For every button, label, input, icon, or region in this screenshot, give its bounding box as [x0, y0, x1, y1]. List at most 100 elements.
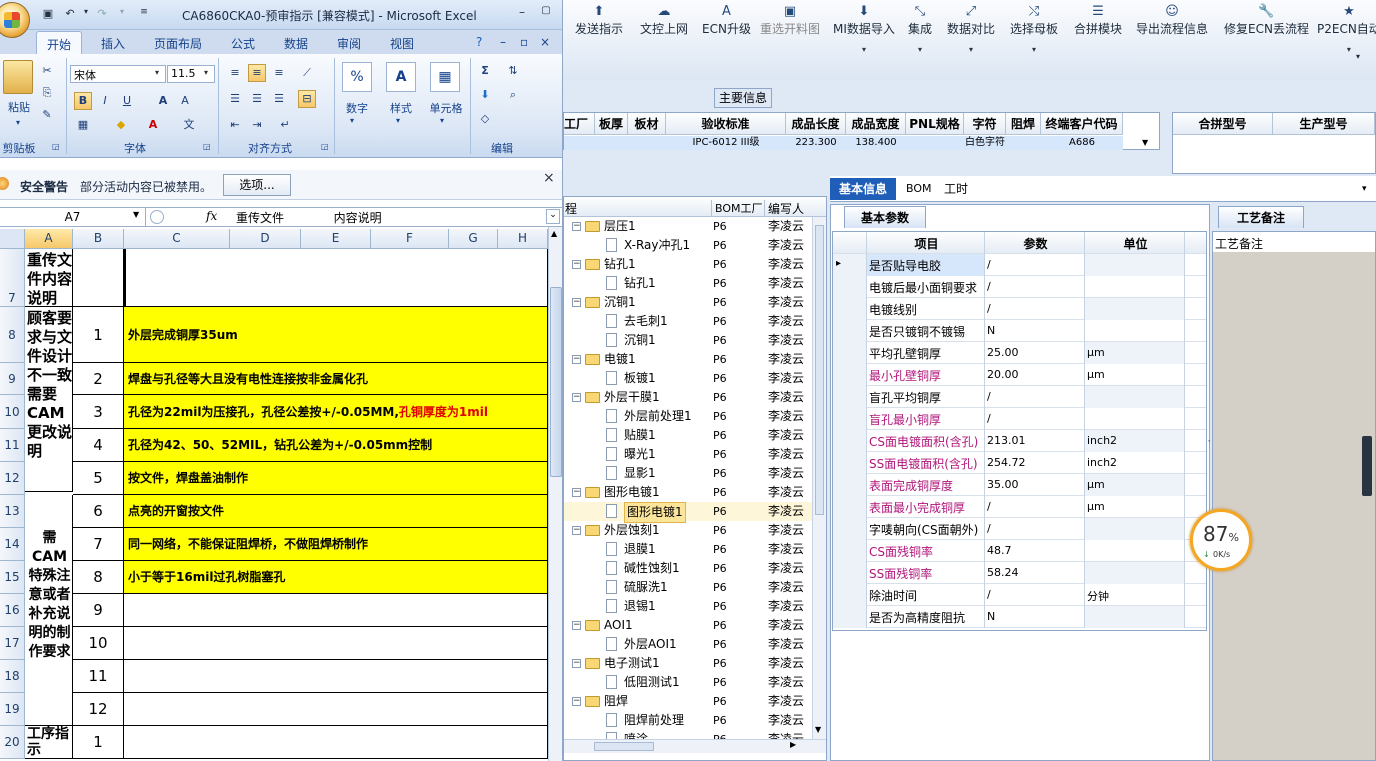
tree-row[interactable]: 图形电镀1 P6 李凌云	[564, 502, 812, 523]
tree-row[interactable]: − 钻孔1 P6 李凌云	[564, 255, 812, 274]
merge-center-icon[interactable]: ⊟	[298, 90, 316, 108]
align-top-icon[interactable]: ≡	[226, 64, 244, 82]
param-row[interactable]: 是否只镀铜不镀锡 N	[833, 320, 1206, 342]
tab-page-layout[interactable]: 页面布局	[154, 35, 202, 52]
param-value[interactable]: 20.00	[985, 364, 1085, 386]
style-dropdown-icon[interactable]: ▾	[396, 116, 400, 125]
param-row[interactable]: SS面电镀面积(含孔) 254.72 inch2	[833, 452, 1206, 474]
row-header[interactable]: 14	[0, 528, 25, 561]
close-warning-icon[interactable]: ×	[543, 170, 555, 186]
redo-icon[interactable]: ↷	[94, 7, 110, 21]
italic-button[interactable]: I	[96, 92, 114, 110]
paste-button[interactable]: 粘贴	[2, 99, 36, 115]
tree-row[interactable]: 硫脲洗1 P6 李凌云	[564, 578, 812, 597]
alignment-launcher-icon[interactable]: ◲	[321, 142, 329, 151]
wrap-text-icon[interactable]: ↵	[276, 116, 294, 134]
param-row[interactable]: 盲孔最小铜厚 /	[833, 408, 1206, 430]
tree-vscroll[interactable]: ▼	[812, 217, 826, 739]
order-cell[interactable]: 223.300	[786, 136, 846, 150]
param-row[interactable]: 电镀后最小面铜要求 /	[833, 276, 1206, 298]
param-value[interactable]: N	[985, 320, 1085, 342]
collapse-icon[interactable]: −	[572, 298, 581, 307]
param-row[interactable]: 电镀线别 /	[833, 298, 1206, 320]
maximize-icon[interactable]: ▢	[538, 5, 554, 21]
repair-ecn-flow-button[interactable]: 🔧 修复ECN丢流程	[1224, 4, 1309, 37]
tree-row[interactable]: 退锡1 P6 李凌云	[564, 597, 812, 616]
clipboard-launcher-icon[interactable]: ◲	[52, 142, 60, 151]
order-cell[interactable]: 白色字符	[964, 136, 1006, 150]
cell-a20[interactable]: 工序指示	[25, 726, 73, 759]
param-value[interactable]: 254.72	[985, 452, 1085, 474]
p2ecn-auto-button[interactable]: ★ P2ECN自动 ▾	[1317, 4, 1376, 54]
cell-number[interactable]: 5	[73, 462, 124, 495]
cell-content[interactable]: 小于等于16mil过孔树脂塞孔	[124, 561, 548, 594]
merge-model-table[interactable]: 合拼型号 生产型号	[1172, 112, 1376, 174]
align-middle-icon[interactable]: ≡	[248, 64, 266, 82]
cell-number[interactable]: 8	[73, 561, 124, 594]
col-pnl[interactable]: PNL规格	[906, 113, 964, 135]
doc-online-button[interactable]: ☁ 文控上网	[640, 4, 688, 37]
collapse-icon[interactable]: −	[572, 260, 581, 269]
clear-icon[interactable]: ◇	[476, 110, 494, 128]
order-cell[interactable]: IPC-6012 III级	[666, 136, 786, 150]
cell-content[interactable]: 点亮的开窗按文件	[124, 495, 548, 528]
toolbar-overflow-icon[interactable]: ▾	[1356, 52, 1360, 61]
font-size-dropdown-icon[interactable]: ▾	[204, 68, 208, 77]
tree-row[interactable]: − 电镀1 P6 李凌云	[564, 350, 812, 369]
dropdown-icon[interactable]: ▾	[908, 45, 932, 54]
cell-number[interactable]: 9	[73, 594, 124, 627]
spreadsheet-grid[interactable]: A B C D E F G H 7 8 9 10 11 12 13 14 15 16 17 18 19 2…	[0, 229, 548, 761]
bold-button[interactable]: B	[74, 92, 92, 110]
param-row[interactable]: 平均孔壁铜厚 25.00 μm	[833, 342, 1206, 364]
cell-number[interactable]: 1	[73, 307, 124, 363]
borders-icon[interactable]: ▦	[74, 116, 92, 134]
tree-scroll-down-icon[interactable]: ▼	[815, 725, 821, 734]
cell-number[interactable]: 12	[73, 693, 124, 726]
tree-row[interactable]: − 外层干膜1 P6 李凌云	[564, 388, 812, 407]
redo-dropdown-icon[interactable]: ▾	[114, 7, 130, 21]
row-header[interactable]: 9	[0, 363, 25, 395]
row-header[interactable]: 8	[0, 307, 25, 363]
panel-menu-icon[interactable]: ▾	[1362, 178, 1367, 200]
ribbon-restore-icon[interactable]: ▫	[520, 35, 528, 49]
style-button[interactable]: 样式	[384, 100, 418, 116]
cells-icon[interactable]: ▦	[430, 62, 460, 92]
mi-data-import-button[interactable]: ⬇ MI数据导入 ▾	[833, 4, 895, 54]
tree-hscroll-thumb[interactable]	[594, 742, 654, 751]
row-header[interactable]: 11	[0, 429, 25, 462]
tree-row[interactable]: 外层AOI1 P6 李凌云	[564, 635, 812, 654]
align-left-icon[interactable]: ☰	[226, 90, 244, 108]
param-row[interactable]: 是否为高精度阻抗 N	[833, 606, 1206, 628]
tree-row[interactable]: 退膜1 P6 李凌云	[564, 540, 812, 559]
collapse-icon[interactable]: −	[572, 526, 581, 535]
param-row[interactable]: CS面电镀面积(含孔) 213.01 inch2	[833, 430, 1206, 452]
copy-icon[interactable]: ⎘	[38, 84, 56, 102]
param-value[interactable]: 25.00	[985, 342, 1085, 364]
options-button[interactable]: 选项...	[223, 174, 291, 196]
tree-row[interactable]: − 图形电镀1 P6 李凌云	[564, 483, 812, 502]
collapse-icon[interactable]: −	[572, 697, 581, 706]
number-button[interactable]: 数字	[340, 100, 374, 116]
minimize-icon[interactable]: –	[514, 5, 530, 21]
tree-row[interactable]: 阻焊前处理 P6 李凌云	[564, 711, 812, 730]
cell-content[interactable]	[124, 627, 548, 660]
tab-basic-params[interactable]: 基本参数	[844, 206, 926, 228]
tree-row[interactable]: − 层压1 P6 李凌云	[564, 217, 812, 236]
collapse-icon[interactable]: −	[572, 659, 581, 668]
cell-content[interactable]: 孔径为22mil为压接孔，孔径公差按+/-0.05MM,孔铜厚度为1mil	[124, 395, 548, 429]
style-icon[interactable]: A	[386, 62, 416, 92]
ribbon-close-icon[interactable]: ×	[540, 35, 550, 49]
cell-content[interactable]	[124, 660, 548, 693]
col-acceptance[interactable]: 验收标准	[666, 113, 786, 135]
export-flow-info-button[interactable]: ☺ 导出流程信息	[1136, 4, 1208, 37]
table-scroll-icon[interactable]: ▼	[1142, 138, 1148, 147]
param-value[interactable]: 213.01	[985, 430, 1085, 452]
integrate-button[interactable]: ⤡ 集成 ▾	[908, 4, 932, 54]
param-row[interactable]: ▸ 是否贴导电胶 /	[833, 254, 1206, 276]
help-icon[interactable]: ?	[476, 35, 482, 49]
order-cell[interactable]: 138.400	[846, 136, 906, 150]
collapse-icon[interactable]: −	[572, 488, 581, 497]
process-tree[interactable]: 程 BOM工厂 编写人 − 层压1 P6 李凌云 X-Ray冲孔1 P6 李凌云 − 钻孔1 P6…	[563, 196, 827, 761]
row-header[interactable]: 18	[0, 660, 25, 693]
dropdown-icon[interactable]: ▾	[833, 45, 895, 54]
